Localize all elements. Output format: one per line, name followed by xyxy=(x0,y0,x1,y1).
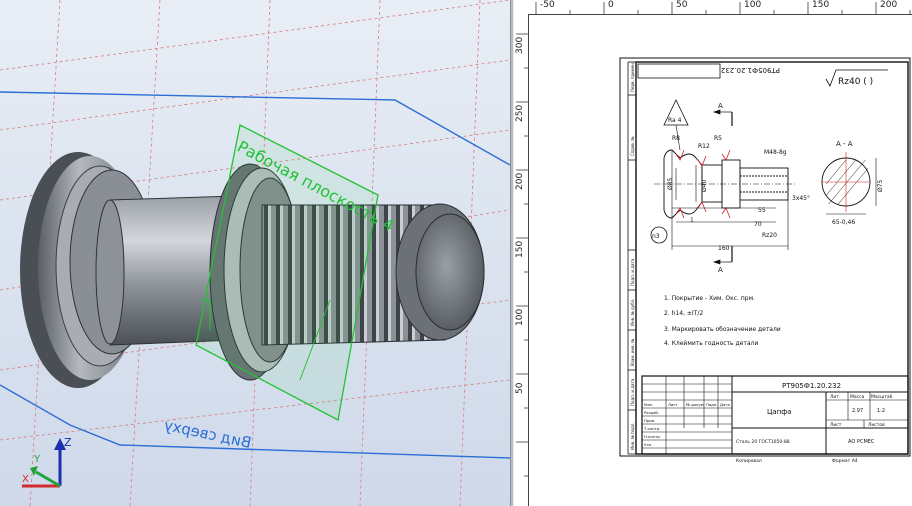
svg-text:Подп. и дата: Подп. и дата xyxy=(630,378,635,406)
drawing-sheet[interactable]: Перв. примен. Справ. № Подп. и дата Инв.… xyxy=(514,0,912,506)
title-lit-header: Лит. xyxy=(830,394,840,400)
dim-r8: R8 xyxy=(672,135,680,142)
title-material: Сталь 20 ГОСТ1050-88 xyxy=(736,439,790,445)
hruler-label: -50 xyxy=(540,0,555,10)
vruler-label: 300 xyxy=(515,36,525,54)
vruler-label: 150 xyxy=(515,240,525,258)
axis-z-label: Z xyxy=(64,436,72,449)
axis-triad: Z Y X xyxy=(22,436,72,488)
ra-label: Ra 4 xyxy=(668,117,682,124)
drawing-viewport[interactable]: Перв. примен. Справ. № Подп. и дата Инв.… xyxy=(514,0,912,506)
3d-scene[interactable]: Рабочая плоскость 4 Вид сверху Z Y X xyxy=(0,0,510,506)
svg-text:Инв. № подл.: Инв. № подл. xyxy=(630,422,635,450)
title-sheets: Листов xyxy=(868,422,885,428)
dim-d75: Ø75 xyxy=(877,179,884,192)
svg-text:Разраб.: Разраб. xyxy=(644,410,659,415)
title-sheet: Лист xyxy=(830,422,842,428)
dim-thread: M48-8g xyxy=(764,149,787,156)
hruler-label: 200 xyxy=(880,0,898,10)
dim-l70: 70 xyxy=(754,221,762,228)
horizontal-ruler[interactable]: -50 0 50 100 150 200 xyxy=(514,0,912,15)
svg-text:Справ. №: Справ. № xyxy=(630,137,635,156)
dim-chamfer: 3x45° xyxy=(792,195,810,202)
vertical-ruler[interactable]: 300 250 200 150 100 50 xyxy=(514,14,529,506)
title-scale-header: Масштаб xyxy=(871,394,893,400)
svg-text:№ докум.: № докум. xyxy=(686,402,705,407)
svg-text:Инв. № дубл.: Инв. № дубл. xyxy=(630,299,635,326)
svg-text:Лист: Лист xyxy=(668,402,678,407)
svg-text:Н.контр.: Н.контр. xyxy=(644,434,661,439)
title-designation: РТ905Ф1.20.232 xyxy=(782,382,841,390)
section-callout-bottom: A xyxy=(718,266,723,274)
vruler-label: 100 xyxy=(515,308,525,326)
dim-r12: R12 xyxy=(698,143,710,150)
stamp-top-text: РТ905Ф1.20.232 xyxy=(721,66,780,74)
title-part-name: Цапфа xyxy=(767,408,792,416)
title-mass-header: Масса xyxy=(850,394,865,400)
title-scale-value: 1:2 xyxy=(877,408,885,414)
svg-text:Взам. инв. №: Взам. инв. № xyxy=(630,339,635,366)
vruler-label: 200 xyxy=(515,172,525,190)
vruler-label: 50 xyxy=(515,382,525,394)
dim-rz20: Rz20 xyxy=(762,232,777,239)
svg-text:Изм.: Изм. xyxy=(644,402,653,407)
note-3: 3. Маркировать обозначение детали xyxy=(664,326,781,333)
dim-d40: Ø40 xyxy=(701,179,708,192)
svg-text:Подп.: Подп. xyxy=(706,402,718,407)
svg-text:Перв. примен.: Перв. примен. xyxy=(630,62,635,92)
section-aa-title: A - A xyxy=(836,140,853,148)
hruler-label: 0 xyxy=(608,0,614,10)
svg-text:Т.контр.: Т.контр. xyxy=(643,426,660,431)
svg-text:Подп. и дата: Подп. и дата xyxy=(630,258,635,286)
dim-l55: 55 xyxy=(758,207,766,214)
note-2: 2. h14, ±IT/2 xyxy=(664,310,703,317)
title-mass-value: 2.97 xyxy=(852,408,863,414)
3d-viewport[interactable]: Рабочая плоскость 4 Вид сверху Z Y X xyxy=(0,0,510,506)
title-copied: Копировал xyxy=(736,458,762,464)
dim-note-1: 1 xyxy=(690,217,694,224)
title-format: Формат A4 xyxy=(832,458,858,464)
axis-x-label: X xyxy=(22,474,29,485)
section-callout-top: A xyxy=(718,102,723,110)
svg-text:Утв.: Утв. xyxy=(644,442,652,447)
sheet-border xyxy=(619,57,911,457)
svg-text:Пров.: Пров. xyxy=(644,418,655,423)
axis-y-label: Y xyxy=(33,454,41,465)
svg-text:Дата: Дата xyxy=(720,402,730,407)
dim-d85: Ø85 xyxy=(667,177,674,190)
hruler-label: 50 xyxy=(676,0,688,10)
hruler-label: 100 xyxy=(744,0,762,10)
hruler-label: 150 xyxy=(812,0,830,10)
dim-w65: 65-0,46 xyxy=(832,219,855,226)
title-org: АО РСМЕС xyxy=(848,439,875,445)
dim-r5: R5 xyxy=(714,135,722,142)
roughness-sign: Rz40 ( ) xyxy=(838,77,873,87)
note-1: 1. Покрытие - Хим. Окс. прм. xyxy=(664,295,755,302)
n3-label: n3 xyxy=(652,233,660,240)
note-4: 4. Клеймить годность детали xyxy=(664,340,758,347)
dim-l160: 160 xyxy=(718,245,730,252)
vruler-label: 250 xyxy=(515,104,525,122)
